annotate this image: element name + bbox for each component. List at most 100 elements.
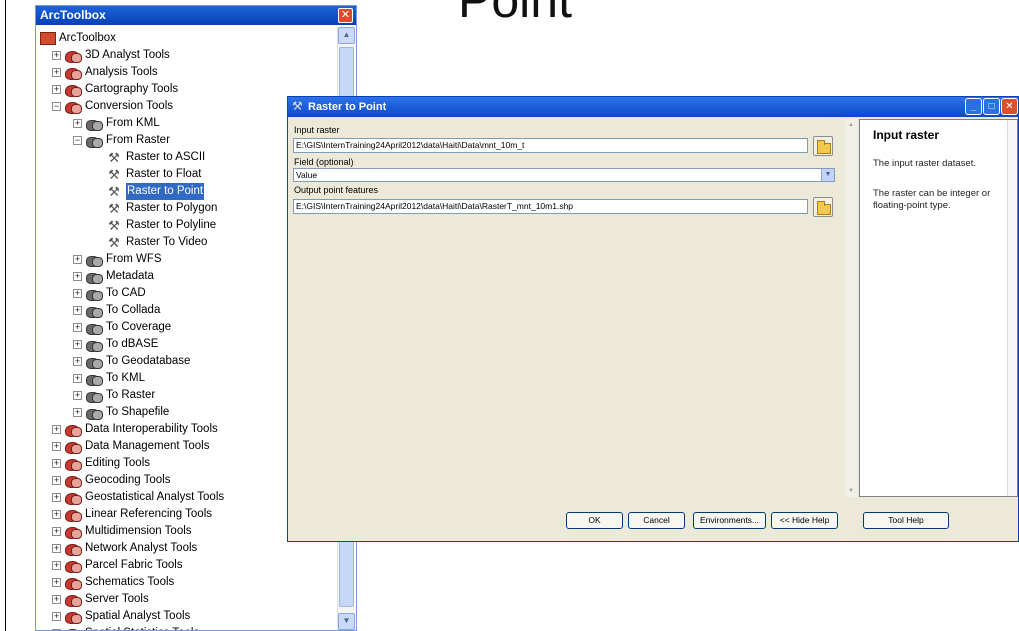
expand-icon[interactable]: +: [73, 323, 82, 332]
collapse-icon[interactable]: −: [52, 102, 61, 111]
expand-icon[interactable]: +: [52, 51, 61, 60]
expand-icon[interactable]: +: [73, 289, 82, 298]
toolbox-icon: [64, 50, 82, 63]
expand-icon[interactable]: +: [73, 306, 82, 315]
collapse-icon[interactable]: −: [73, 136, 82, 145]
tree-item-label: To dBASE: [106, 338, 159, 350]
field-select-value: Value: [296, 170, 318, 180]
tree-item-label: Linear Referencing Tools: [85, 508, 213, 520]
maximize-icon[interactable]: □: [983, 98, 1000, 115]
tree-item-toolset[interactable]: + Network Analyst Tools: [40, 540, 356, 557]
tree-item-toolset[interactable]: + Server Tools: [40, 591, 356, 608]
tree-item-label: Raster to Polyline: [126, 219, 217, 231]
tree-item-label: From WFS: [106, 253, 162, 265]
environments-button[interactable]: Environments...: [693, 512, 766, 529]
hammer-icon: ⚒: [292, 99, 303, 113]
toolbox-icon: [64, 509, 82, 522]
tree-item-label: ArcToolbox: [59, 32, 116, 44]
expand-icon[interactable]: +: [52, 578, 61, 587]
tree-item-label: Parcel Fabric Tools: [85, 559, 183, 571]
parameters-scrollbar[interactable]: ▲ ▼: [845, 119, 857, 497]
tree-item-toolset[interactable]: + Schematics Tools: [40, 574, 356, 591]
help-scrollbar[interactable]: [1007, 120, 1017, 496]
help-text-2: The raster can be integer or floating-po…: [873, 188, 991, 211]
tree-item-label: Raster To Video: [126, 236, 208, 248]
scroll-up-icon[interactable]: ▲: [338, 27, 355, 44]
expand-icon[interactable]: +: [52, 544, 61, 553]
cancel-button[interactable]: Cancel: [628, 512, 685, 529]
toolbox-icon: [64, 101, 82, 114]
close-icon[interactable]: ✕: [1001, 98, 1018, 115]
ok-button[interactable]: OK: [566, 512, 623, 529]
tool-help-button[interactable]: Tool Help: [863, 512, 949, 529]
toolbox-icon: [64, 424, 82, 437]
tree-item-toolset[interactable]: + Spatial Analyst Tools: [40, 608, 356, 625]
tree-item-toolset[interactable]: +3D Analyst Tools: [40, 47, 356, 64]
tree-item-root[interactable]: ArcToolbox: [40, 30, 356, 47]
tree-item-label: To KML: [106, 372, 145, 384]
expand-icon[interactable]: +: [52, 442, 61, 451]
minimize-icon[interactable]: _: [965, 98, 982, 115]
toolbox-icon: [64, 84, 82, 97]
toolset-icon: [85, 390, 103, 403]
expand-icon[interactable]: +: [73, 119, 82, 128]
toolset-icon: [85, 356, 103, 369]
expand-icon[interactable]: +: [52, 510, 61, 519]
tree-item-label: 3D Analyst Tools: [85, 49, 170, 61]
tree-item-label: Data Interoperability Tools: [85, 423, 218, 435]
tree-item-toolset[interactable]: +Spatial Statistics Tools: [40, 625, 356, 630]
tree-item-label: Raster to Polygon: [126, 202, 218, 214]
scroll-down-icon[interactable]: ▼: [845, 485, 857, 497]
tree-item-label: Analysis Tools: [85, 66, 158, 78]
dialog-button-bar: OK Cancel Environments... << Hide Help T…: [288, 499, 1018, 541]
scroll-down-icon[interactable]: ▼: [338, 613, 355, 630]
expand-icon[interactable]: +: [52, 476, 61, 485]
expand-icon[interactable]: +: [73, 374, 82, 383]
arctoolbox-title: ArcToolbox: [40, 8, 106, 22]
input-raster-field[interactable]: E:\GIS\InternTraining24April2012\data\Ha…: [293, 138, 808, 153]
expand-icon[interactable]: +: [52, 527, 61, 536]
hide-help-button[interactable]: << Hide Help: [771, 512, 838, 529]
scroll-up-icon[interactable]: ▲: [845, 119, 857, 131]
tree-item-toolset[interactable]: + Analysis Tools: [40, 64, 356, 81]
expand-icon[interactable]: +: [52, 425, 61, 434]
chevron-down-icon[interactable]: ▼: [821, 169, 834, 181]
tree-item-label: Raster to Float: [126, 168, 202, 180]
tree-item-label: Spatial Statistics Tools: [85, 625, 199, 630]
help-title: Input raster: [873, 128, 940, 142]
field-select[interactable]: Value ▼: [293, 168, 835, 182]
tree-item-label: From Raster: [106, 134, 170, 146]
toolset-icon: [85, 135, 103, 148]
toolset-icon: [85, 407, 103, 420]
tree-item-label: Raster to ASCII: [126, 151, 206, 163]
output-browse-folder-icon[interactable]: [813, 197, 833, 217]
tree-item-label: To CAD: [106, 287, 146, 299]
expand-icon[interactable]: +: [73, 272, 82, 281]
expand-icon[interactable]: +: [73, 357, 82, 366]
expand-icon[interactable]: +: [73, 255, 82, 264]
expand-icon[interactable]: +: [73, 391, 82, 400]
expand-icon[interactable]: +: [52, 612, 61, 621]
dialog-title: Raster to Point: [308, 101, 387, 113]
toolset-icon: [85, 254, 103, 267]
tree-item-label: Schematics Tools: [85, 576, 175, 588]
expand-icon[interactable]: +: [73, 340, 82, 349]
toolset-icon: [85, 118, 103, 131]
expand-icon[interactable]: +: [52, 561, 61, 570]
expand-icon[interactable]: +: [52, 68, 61, 77]
expand-icon[interactable]: +: [52, 85, 61, 94]
expand-icon[interactable]: +: [52, 493, 61, 502]
input-raster-browse-folder-icon[interactable]: [813, 136, 833, 156]
expand-icon[interactable]: +: [52, 595, 61, 604]
dialog-titlebar[interactable]: ⚒ Raster to Point _ □ ✕: [288, 97, 1018, 117]
expand-icon[interactable]: +: [52, 459, 61, 468]
tree-item-toolset[interactable]: + Parcel Fabric Tools: [40, 557, 356, 574]
output-point-features-field[interactable]: E:\GIS\InternTraining24April2012\data\Ha…: [293, 199, 808, 214]
hammer-icon: ⚒: [108, 200, 120, 216]
expand-icon[interactable]: +: [73, 408, 82, 417]
tree-item-label: Data Management Tools: [85, 440, 210, 452]
close-icon[interactable]: ✕: [338, 8, 353, 23]
